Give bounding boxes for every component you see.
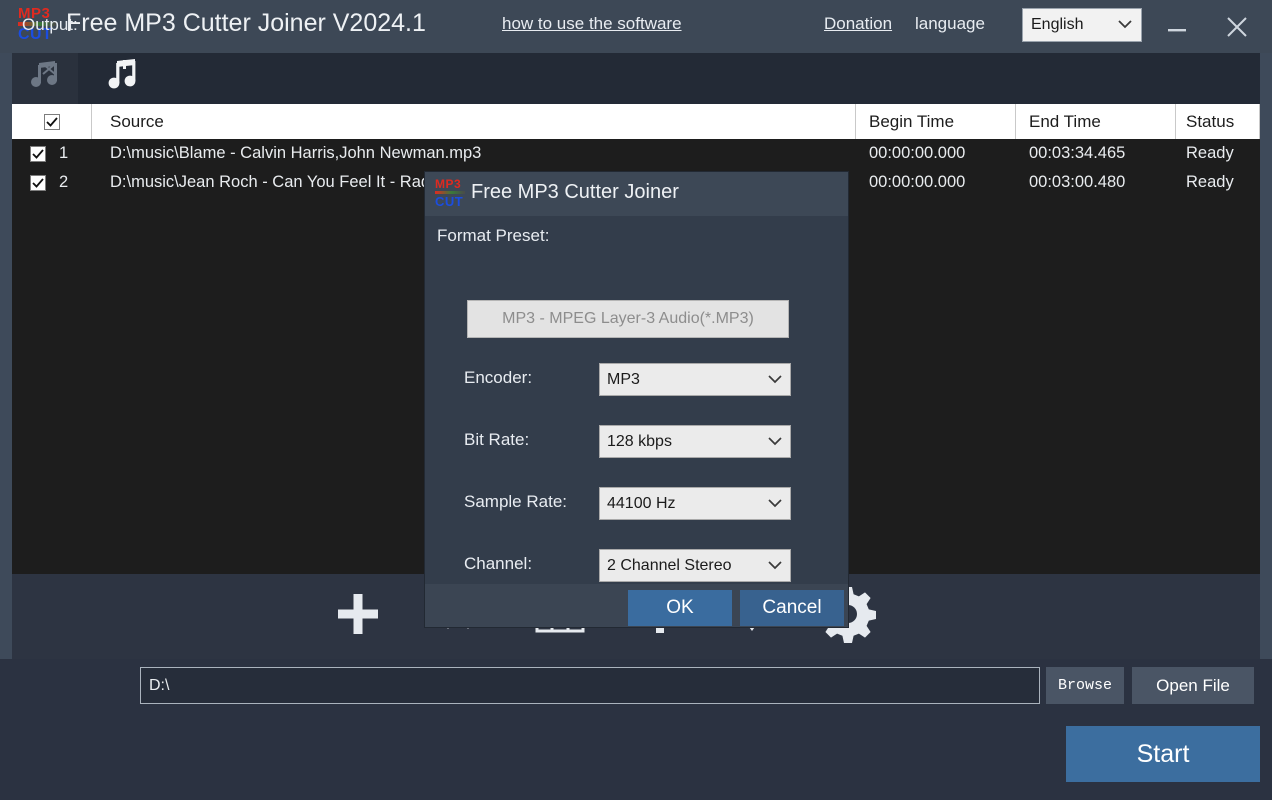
channel-value: 2 Channel Stereo [607,557,732,575]
select-all-checkbox[interactable] [44,114,60,130]
chevron-down-icon [767,433,783,451]
dialog-footer: OK Cancel [425,584,848,627]
chevron-down-icon [767,371,783,389]
row-end-time: 00:03:34.465 [1016,139,1176,168]
row-source: D:\music\Blame - Calvin Harris,John Newm… [92,139,856,168]
format-preset-field: MP3 - MPEG Layer-3 Audio(*.MP3) [467,300,789,338]
table-row[interactable]: 1 D:\music\Blame - Calvin Harris,John Ne… [12,139,1260,168]
row-checkbox[interactable] [30,146,46,162]
encoder-label: Encoder: [464,368,532,388]
samplerate-select[interactable]: 44100 Hz [599,487,791,520]
channel-select[interactable]: 2 Channel Stereo [599,549,791,582]
row-end-time: 00:03:00.480 [1016,168,1176,197]
output-path-input[interactable]: D:\ [140,667,1040,704]
samplerate-value: 44100 Hz [607,495,676,513]
chevron-down-icon [1117,16,1133,34]
row-status: Ready [1176,168,1260,197]
open-file-button[interactable]: Open File [1132,667,1254,704]
encoder-value: MP3 [607,371,640,389]
app-window: MP3 CUT Free MP3 Cutter Joiner V2024.1 h… [0,0,1272,800]
chevron-down-icon [767,557,783,575]
row-checkbox-cell[interactable]: 1 [12,139,92,168]
dialog-title-bar: MP3 CUT Free MP3 Cutter Joiner [425,172,848,216]
samplerate-label: Sample Rate: [464,492,567,512]
dialog-title: Free MP3 Cutter Joiner [471,181,679,204]
start-button[interactable]: Start [1066,726,1260,782]
close-button[interactable] [1217,10,1257,44]
row-checkbox-cell[interactable]: 2 [12,168,92,197]
output-label: Output: [22,15,78,35]
ok-button[interactable]: OK [628,590,732,626]
format-settings-dialog: MP3 CUT Free MP3 Cutter Joiner Format Pr… [425,172,848,627]
column-header-begin-time[interactable]: Begin Time [856,104,1016,139]
file-list-header: Source Begin Time End Time Status [12,104,1260,139]
title-bar: MP3 CUT Free MP3 Cutter Joiner V2024.1 h… [0,0,1272,53]
bitrate-select[interactable]: 128 kbps [599,425,791,458]
tab-strip [12,53,1260,104]
donation-link[interactable]: Donation [824,14,892,34]
row-index: 1 [59,144,68,163]
plus-icon [330,586,386,647]
browse-button[interactable]: Browse [1046,667,1124,704]
encoder-select[interactable]: MP3 [599,363,791,396]
tab-cutter[interactable] [12,53,78,104]
column-header-end-time[interactable]: End Time [1016,104,1176,139]
encoder-row: Encoder: MP3 [425,363,848,397]
dialog-logo-text-bottom: CUT [435,195,465,208]
row-index: 2 [59,173,68,192]
language-select[interactable]: English [1022,8,1142,42]
how-to-use-link[interactable]: how to use the software [502,14,682,34]
add-file-button[interactable] [312,574,404,659]
language-value: English [1031,16,1083,34]
channel-label: Channel: [464,554,532,574]
tab-joiner[interactable] [90,53,156,104]
channel-row: Channel: 2 Channel Stereo [425,549,848,583]
row-status: Ready [1176,139,1260,168]
row-begin-time: 00:00:00.000 [856,168,1016,197]
cancel-button[interactable]: Cancel [740,590,844,626]
music-note-scissors-icon [27,59,63,98]
page-title: Free MP3 Cutter Joiner V2024.1 [66,9,426,38]
row-checkbox[interactable] [30,175,46,191]
select-all-checkbox-cell[interactable] [12,104,92,139]
samplerate-row: Sample Rate: 44100 Hz [425,487,848,521]
bitrate-value: 128 kbps [607,433,672,451]
column-header-source[interactable]: Source [92,104,856,139]
language-label: language [915,14,985,34]
format-preset-label: Format Preset: [437,226,549,246]
bitrate-row: Bit Rate: 128 kbps [425,425,848,459]
chevron-down-icon [767,495,783,513]
column-header-status[interactable]: Status [1176,104,1260,139]
bitrate-label: Bit Rate: [464,430,529,450]
music-notes-icon [104,58,142,99]
minimize-button[interactable] [1157,10,1197,44]
dialog-body: Format Preset: MP3 - MPEG Layer-3 Audio(… [425,216,848,584]
dialog-logo-text-top: MP3 [435,178,465,190]
dialog-logo: MP3 CUT [435,178,465,208]
row-begin-time: 00:00:00.000 [856,139,1016,168]
